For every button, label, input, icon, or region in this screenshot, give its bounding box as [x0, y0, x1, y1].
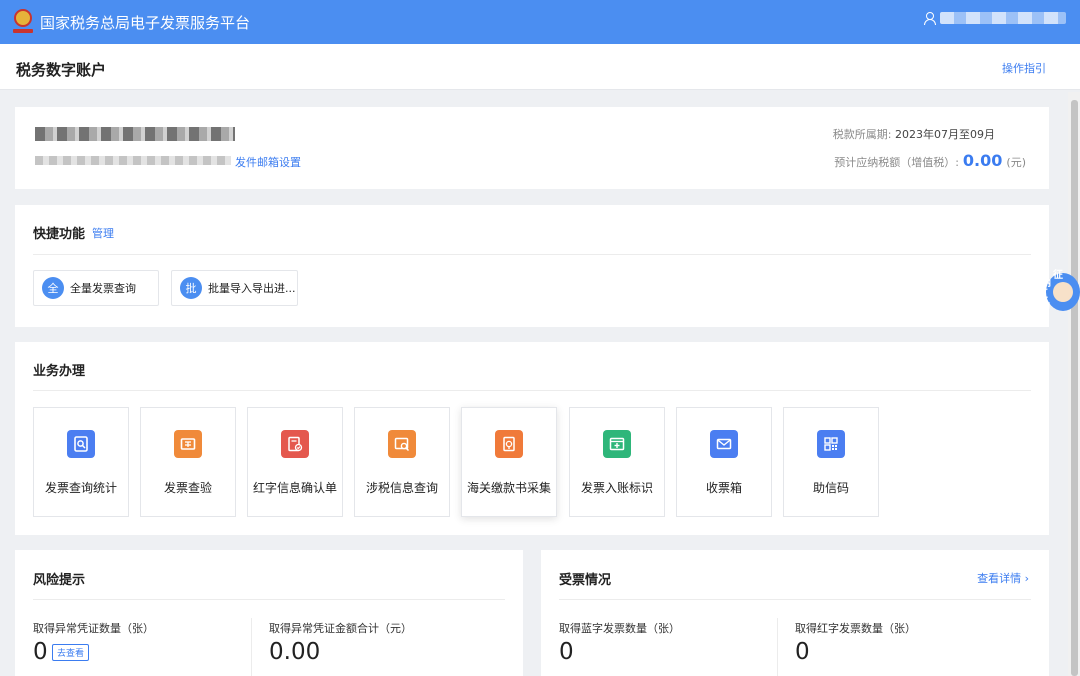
blue-invoice-count-label: 取得蓝字发票数量（张） [559, 622, 680, 635]
tile-label: 发票查验 [163, 481, 212, 495]
tax-info-search-icon [388, 430, 416, 458]
divider [33, 254, 1031, 255]
tile-receipt-box[interactable]: 收票箱 [676, 407, 772, 517]
tile-label: 发票入账标识 [580, 481, 653, 495]
tile-invoice-query-stats[interactable]: 发票查询统计 [33, 407, 129, 517]
go-view-button[interactable]: 去查看 [52, 644, 90, 661]
abnormal-voucher-count-value: 0 [33, 639, 48, 665]
quick-item-icon: 全 [42, 277, 64, 299]
mailbox-icon [710, 430, 738, 458]
invoice-ledger-icon [603, 430, 631, 458]
user-menu[interactable] [924, 12, 1066, 25]
quick-item-label: 全量发票查询 [70, 282, 136, 295]
operation-guide-link[interactable]: 操作指引 [1002, 60, 1046, 76]
tile-label: 收票箱 [705, 481, 742, 495]
page-title: 税务数字账户 [16, 61, 107, 79]
tax-period: 税款所属期: 2023年07月至09月 [833, 126, 995, 142]
red-invoice-count-label: 取得红字发票数量（张） [795, 622, 916, 635]
divider [251, 618, 252, 676]
qr-code-icon [817, 430, 845, 458]
quick-full-invoice-query-button[interactable]: 全 全量发票查询 [33, 270, 159, 306]
customs-payment-icon [495, 430, 523, 458]
assistant-label: 纳 互 动 征 [1038, 270, 1063, 312]
tile-label: 海关缴款书采集 [466, 481, 551, 495]
divider [559, 599, 1031, 600]
top-bar: 国家税务总局电子发票服务平台 [0, 0, 1080, 44]
estimated-tax-unit: (元) [1006, 156, 1026, 169]
divider [33, 599, 505, 600]
red-invoice-count-value: 0 [795, 639, 810, 665]
ticket-check-icon [174, 430, 202, 458]
tile-label: 涉税信息查询 [365, 481, 438, 495]
tile-label: 助信码 [812, 481, 849, 495]
business-card: 业务办理 发票查询统计 发票查验 红字信息确认单 涉税信息查询 海关缴款书采集 [15, 342, 1049, 535]
tile-red-form-confirm[interactable]: 红字信息确认单 [247, 407, 343, 517]
estimated-tax-amount: 0.00 [962, 151, 1003, 170]
tile-tax-info-query[interactable]: 涉税信息查询 [354, 407, 450, 517]
tile-customs-payment-collection[interactable]: 海关缴款书采集 [461, 407, 557, 517]
tax-emblem-logo-icon [12, 9, 34, 35]
tile-label: 红字信息确认单 [252, 481, 337, 495]
tile-assist-code[interactable]: 助信码 [783, 407, 879, 517]
quick-batch-import-export-button[interactable]: 批 批量导入导出进... [171, 270, 298, 306]
view-details-link[interactable]: 查看详情 › [977, 570, 1029, 586]
user-name-redacted [940, 12, 1066, 24]
tile-invoice-verify[interactable]: 发票查验 [140, 407, 236, 517]
scrollbar-thumb[interactable] [1071, 100, 1078, 676]
business-title: 业务办理 [33, 364, 86, 379]
page-header: 税务数字账户 操作指引 [0, 44, 1080, 90]
tax-id-redacted [35, 156, 231, 165]
app-title: 国家税务总局电子发票服务平台 [40, 13, 251, 32]
invoice-receipt-title: 受票情况 [559, 573, 612, 588]
abnormal-voucher-amount-label: 取得异常凭证金额合计（元） [269, 622, 412, 635]
blue-invoice-count-value: 0 [559, 639, 574, 665]
estimated-tax: 预计应纳税额（增值税）: 0.00 (元) [834, 151, 1026, 170]
abnormal-voucher-count-label: 取得异常凭证数量（张） [33, 622, 154, 635]
estimated-tax-label: 预计应纳税额（增值税）: [834, 156, 959, 169]
red-form-confirm-icon [281, 430, 309, 458]
risk-alert-card: 风险提示 取得异常凭证数量（张） 0 去查看 取得异常凭证金额合计（元） 0.0… [15, 550, 523, 676]
company-name-redacted [35, 127, 235, 141]
quick-functions-title: 快捷功能 [33, 227, 86, 242]
quick-functions-card: 快捷功能 管理 全 全量发票查询 批 批量导入导出进... [15, 205, 1049, 327]
invoice-search-icon [67, 430, 95, 458]
email-settings-link[interactable]: 发件邮箱设置 [235, 154, 301, 170]
risk-alert-title: 风险提示 [33, 573, 86, 588]
user-icon [924, 12, 936, 25]
divider [33, 390, 1031, 391]
divider [777, 618, 778, 676]
tax-period-label: 税款所属期: [832, 128, 892, 141]
tile-label: 发票查询统计 [44, 481, 117, 495]
tax-period-value: 2023年07月至09月 [895, 128, 995, 141]
abnormal-voucher-amount-value: 0.00 [269, 639, 321, 665]
manage-link[interactable]: 管理 [92, 225, 114, 241]
interactive-assistant-widget[interactable]: 纳 互 动 征 [1036, 270, 1080, 314]
account-card: 发件邮箱设置 税款所属期: 2023年07月至09月 预计应纳税额（增值税）: … [15, 107, 1049, 189]
quick-item-label: 批量导入导出进... [208, 282, 296, 295]
quick-item-icon: 批 [180, 277, 202, 299]
tile-invoice-ledger-mark[interactable]: 发票入账标识 [569, 407, 665, 517]
invoice-receipt-card: 受票情况 查看详情 › 取得蓝字发票数量（张） 0 取得红字发票数量（张） 0 [541, 550, 1049, 676]
